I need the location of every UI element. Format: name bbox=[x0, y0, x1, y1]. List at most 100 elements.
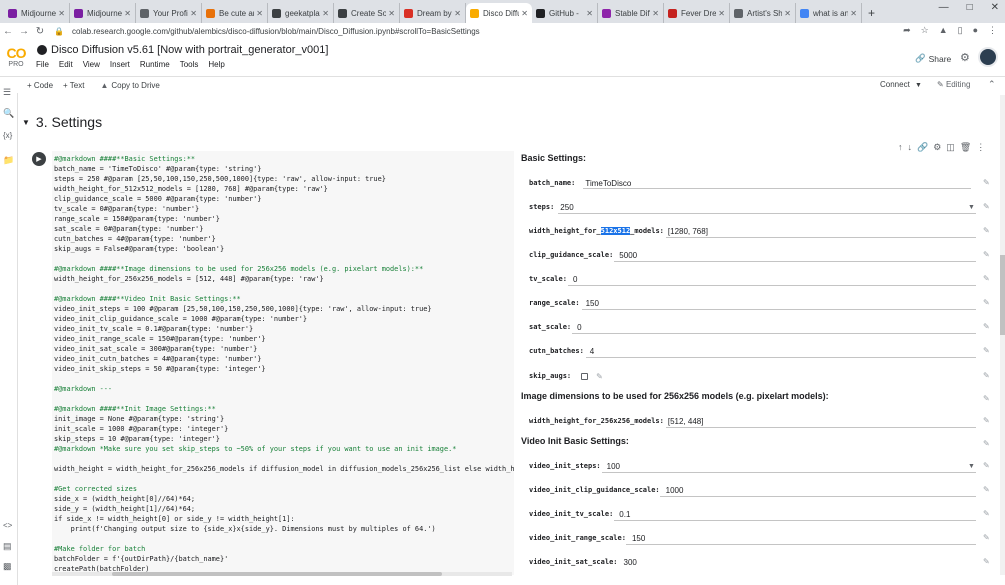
edit-dim-heading-icon[interactable]: ✎ bbox=[983, 394, 990, 403]
run-cell-button[interactable]: ▶ bbox=[32, 152, 46, 166]
edit-video-heading-icon[interactable]: ✎ bbox=[983, 439, 990, 448]
width-height-512-input[interactable]: [1280, 768] bbox=[668, 227, 708, 236]
edit-tv-scale-icon[interactable]: ✎ bbox=[983, 274, 990, 283]
video-init-tv-scale-input[interactable]: 0.1 bbox=[619, 510, 630, 519]
url-field[interactable]: colab.research.google.com/github/alembic… bbox=[72, 27, 480, 36]
tab-close-icon[interactable]: ✕ bbox=[718, 9, 725, 18]
video-init-sat-scale-input[interactable]: 300 bbox=[624, 558, 637, 567]
width-height-256-input[interactable]: [512, 448] bbox=[668, 417, 704, 426]
collapse-header-icon[interactable]: ⌃ bbox=[988, 79, 996, 90]
tab-close-icon[interactable]: ✕ bbox=[190, 9, 197, 18]
tab-close-icon[interactable]: ✕ bbox=[586, 9, 593, 18]
steps-select[interactable]: 250 bbox=[560, 203, 573, 212]
section-header[interactable]: ▼ 3. Settings bbox=[22, 114, 102, 130]
tab-close-icon[interactable]: ✕ bbox=[58, 9, 65, 18]
video-init-range-scale-input[interactable]: 150 bbox=[632, 534, 645, 543]
tab-close-icon[interactable]: ✕ bbox=[124, 9, 131, 18]
tab-close-icon[interactable]: ✕ bbox=[652, 9, 659, 18]
browser-tab[interactable]: Fever Drea✕ bbox=[664, 3, 730, 23]
browser-tab[interactable]: geekatplay ✕ bbox=[268, 3, 334, 23]
add-code-button[interactable]: + Code bbox=[27, 81, 53, 90]
tab-close-icon[interactable]: ✕ bbox=[322, 9, 329, 18]
clip-guidance-scale-input[interactable]: 5000 bbox=[619, 251, 637, 260]
share-button[interactable]: 🔗 Share bbox=[915, 53, 951, 64]
cutn-batches-input[interactable]: 4 bbox=[590, 347, 594, 356]
browser-tab[interactable]: what is an ✕ bbox=[796, 3, 862, 23]
browser-tab[interactable]: GitHub - ✕ bbox=[532, 3, 598, 23]
editing-mode-button[interactable]: ✎ Editing bbox=[937, 80, 970, 89]
edit-batch-name-icon[interactable]: ✎ bbox=[983, 178, 990, 187]
menu-edit[interactable]: Edit bbox=[59, 60, 73, 69]
code-editor[interactable]: #@markdown ####**Basic Settings:** batch_… bbox=[52, 151, 514, 575]
video-init-steps-dropdown-icon[interactable]: ▼ bbox=[968, 463, 975, 470]
files-icon[interactable]: 📁 bbox=[3, 155, 14, 166]
minimize-icon[interactable]: — bbox=[939, 2, 949, 13]
terminal-icon[interactable]: ▩ bbox=[3, 561, 12, 572]
edit-range-scale-icon[interactable]: ✎ bbox=[983, 298, 990, 307]
bookmark-star-icon[interactable]: ☆ bbox=[921, 25, 929, 36]
edit-cutn-batches-icon[interactable]: ✎ bbox=[983, 346, 990, 355]
edit-steps-icon[interactable]: ✎ bbox=[983, 202, 990, 211]
copy-to-drive-button[interactable]: ▲ Copy to Drive bbox=[100, 81, 159, 90]
range-scale-input[interactable]: 150 bbox=[586, 299, 599, 308]
back-icon[interactable]: ← bbox=[0, 26, 16, 37]
avatar[interactable] bbox=[978, 47, 998, 67]
collapse-section-icon[interactable]: ▼ bbox=[22, 118, 30, 127]
video-init-steps-select[interactable]: 100 bbox=[607, 462, 620, 471]
tab-close-icon[interactable]: ✕ bbox=[521, 9, 528, 18]
tab-close-icon[interactable]: ✕ bbox=[784, 9, 791, 18]
tab-close-icon[interactable]: ✕ bbox=[454, 9, 461, 18]
share-page-icon[interactable]: ➦ bbox=[903, 25, 911, 36]
skip-augs-checkbox[interactable] bbox=[581, 372, 589, 380]
browser-tab[interactable]: Disco Diffu ✕ bbox=[466, 3, 532, 23]
variables-icon[interactable]: {x} bbox=[3, 131, 12, 140]
browser-profile-icon[interactable]: ● bbox=[973, 25, 978, 36]
steps-dropdown-icon[interactable]: ▼ bbox=[968, 204, 975, 211]
browser-tab[interactable]: Create Son✕ bbox=[334, 3, 400, 23]
edit-video-init-steps-icon[interactable]: ✎ bbox=[983, 461, 990, 470]
menu-insert[interactable]: Insert bbox=[110, 60, 130, 69]
browser-tab[interactable]: Be cute ano✕ bbox=[202, 3, 268, 23]
reload-icon[interactable]: ↻ bbox=[32, 26, 48, 37]
notebook-title[interactable]: Disco Diffusion v5.61 [Now with portrait… bbox=[51, 44, 328, 56]
edit-sat-scale-icon[interactable]: ✎ bbox=[983, 322, 990, 331]
vertical-scrollbar-thumb[interactable] bbox=[1000, 255, 1005, 335]
forward-icon[interactable]: → bbox=[16, 26, 32, 37]
browser-tab[interactable]: Midjourney ✕ bbox=[4, 3, 70, 23]
browser-tab[interactable]: Stable Diffu✕ bbox=[598, 3, 664, 23]
tv-scale-input[interactable]: 0 bbox=[573, 275, 577, 284]
toc-icon[interactable]: ☰ bbox=[3, 87, 11, 98]
scrollbar-thumb[interactable] bbox=[112, 572, 442, 576]
vertical-scrollbar[interactable] bbox=[1000, 95, 1005, 575]
menu-help[interactable]: Help bbox=[208, 60, 224, 69]
close-window-icon[interactable]: ✕ bbox=[991, 2, 999, 13]
new-tab-button[interactable]: + bbox=[868, 6, 875, 20]
edit-video-init-range-scale-icon[interactable]: ✎ bbox=[983, 533, 990, 542]
search-icon[interactable]: 🔍 bbox=[3, 108, 14, 119]
edit-clip-guidance-scale-icon[interactable]: ✎ bbox=[983, 250, 990, 259]
edit-video-init-tv-scale-icon[interactable]: ✎ bbox=[983, 509, 990, 518]
command-palette-icon[interactable]: ▤ bbox=[3, 541, 12, 552]
batch-name-input[interactable]: TimeToDisco bbox=[585, 179, 631, 188]
tab-close-icon[interactable]: ✕ bbox=[850, 9, 857, 18]
skip-augs-pencil-icon[interactable]: ✎ bbox=[596, 372, 603, 381]
edit-skip-augs-icon[interactable]: ✎ bbox=[983, 371, 990, 380]
browser-tab[interactable]: Midjourney ✕ bbox=[70, 3, 136, 23]
menu-view[interactable]: View bbox=[83, 60, 100, 69]
edit-width-height-256-icon[interactable]: ✎ bbox=[983, 416, 990, 425]
tab-close-icon[interactable]: ✕ bbox=[256, 9, 263, 18]
add-text-button[interactable]: + Text bbox=[63, 81, 84, 90]
code-snippets-icon[interactable]: <> bbox=[3, 521, 12, 530]
connect-button[interactable]: Connect ▼ bbox=[880, 80, 922, 89]
browser-tab[interactable]: Your Profile✕ bbox=[136, 3, 202, 23]
sat-scale-input[interactable]: 0 bbox=[577, 323, 581, 332]
tab-close-icon[interactable]: ✕ bbox=[388, 9, 395, 18]
menu-file[interactable]: File bbox=[36, 60, 49, 69]
edit-width-height-512-icon[interactable]: ✎ bbox=[983, 226, 990, 235]
browser-tab[interactable]: Artist's Sh ✕ bbox=[730, 3, 796, 23]
browser-menu-icon[interactable]: ⋮ bbox=[988, 25, 997, 36]
video-init-clip-guidance-input[interactable]: 1000 bbox=[666, 486, 684, 495]
extensions-icon[interactable]: ▲ bbox=[939, 25, 948, 36]
horizontal-scrollbar[interactable] bbox=[52, 572, 512, 576]
edit-video-init-clip-guidance-icon[interactable]: ✎ bbox=[983, 485, 990, 494]
